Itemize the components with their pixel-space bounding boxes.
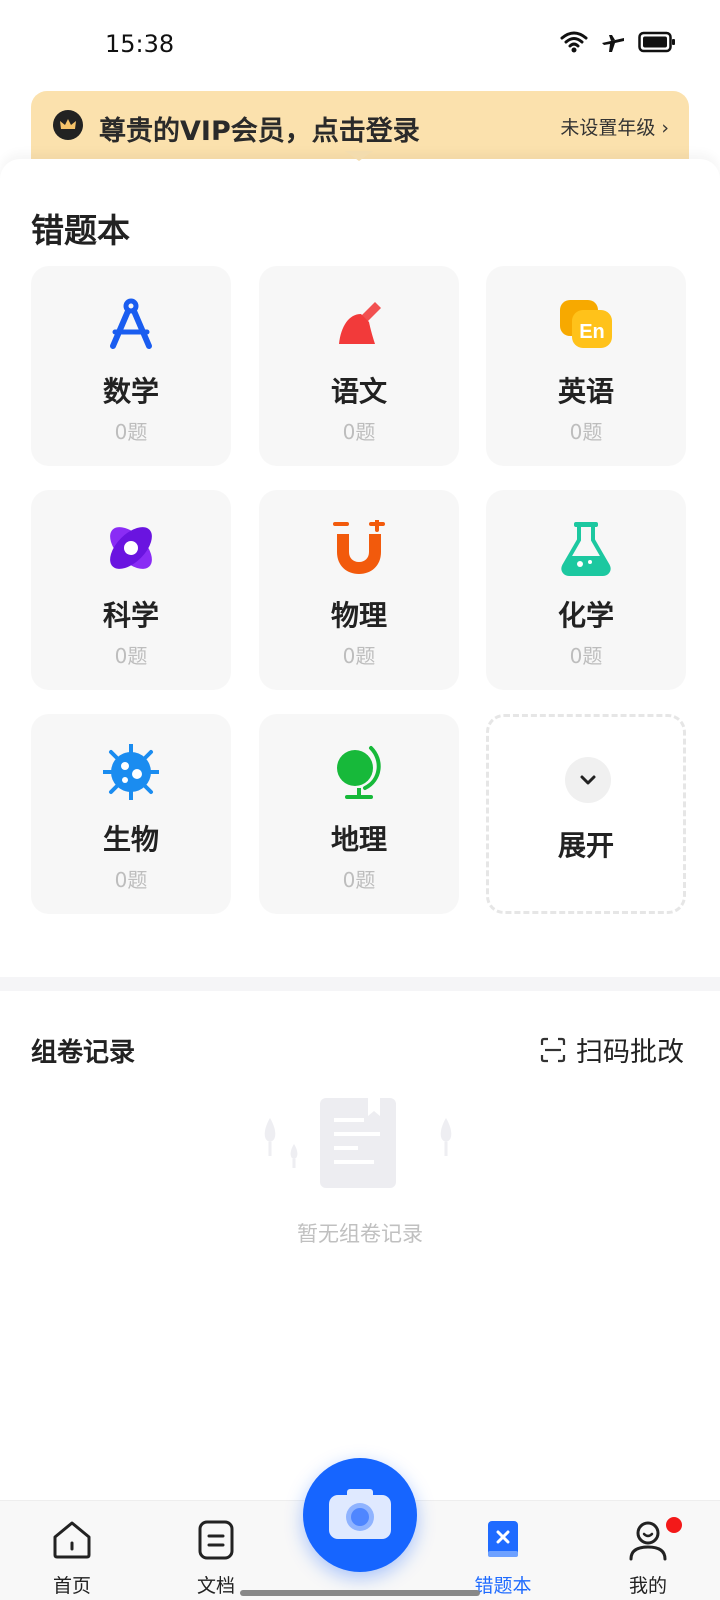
subject-name: 生物 — [102, 823, 159, 856]
tab-home[interactable]: 首页 — [22, 1501, 122, 1600]
subject-count: 0题 — [114, 868, 148, 892]
subject-name: 科学 — [102, 599, 159, 632]
grade-setting-link[interactable]: 未设置年级 › — [560, 113, 669, 140]
tab-documents[interactable]: 文档 — [166, 1501, 266, 1600]
section-divider — [0, 977, 720, 991]
camera-icon — [329, 1489, 391, 1539]
chevron-down-icon — [565, 757, 611, 803]
subject-name: 数学 — [102, 375, 159, 408]
subject-card-physics[interactable]: 物理 0题 — [259, 490, 459, 690]
scan-grade-button[interactable]: 扫码批改 — [540, 1030, 684, 1069]
empty-document-illustration — [264, 1098, 452, 1188]
records-title: 组卷记录 — [31, 1038, 136, 1068]
expand-label: 展开 — [557, 829, 614, 862]
subject-name: 物理 — [330, 599, 387, 632]
home-icon — [53, 1521, 91, 1559]
camera-capture-button[interactable] — [303, 1458, 417, 1572]
document-icon — [198, 1520, 234, 1560]
svg-text:En: En — [579, 321, 605, 343]
magnet-icon — [333, 520, 385, 574]
globe-icon — [337, 746, 381, 799]
brush-icon — [339, 302, 381, 344]
subject-card-biology[interactable]: 生物 0题 — [31, 714, 231, 914]
cell-icon — [103, 744, 159, 800]
wifi-icon — [560, 31, 588, 53]
vip-title: 尊贵的VIP会员，点击登录 — [99, 116, 420, 147]
compass-icon — [110, 298, 152, 349]
subject-count: 0题 — [342, 868, 376, 892]
scan-label: 扫码批改 — [576, 1037, 684, 1068]
profile-icon — [629, 1521, 667, 1561]
tab-mistake-book[interactable]: 错题本 — [453, 1501, 553, 1600]
expand-subjects-button[interactable]: 展开 — [486, 714, 686, 914]
subject-count: 0题 — [114, 644, 148, 668]
mistake-book-icon — [488, 1521, 518, 1557]
atom-icon — [110, 527, 152, 569]
home-indicator — [240, 1590, 480, 1596]
subject-card-english[interactable]: En 英语 0题 — [486, 266, 686, 466]
subject-count: 0题 — [342, 420, 376, 444]
subject-count: 0题 — [342, 644, 376, 668]
subject-count: 0题 — [569, 644, 603, 668]
notification-badge — [666, 1517, 682, 1533]
tab-profile[interactable]: 我的 — [598, 1501, 698, 1600]
battery-icon — [638, 31, 675, 53]
subject-name: 英语 — [557, 375, 614, 408]
status-icons — [560, 30, 676, 54]
crown-icon — [53, 110, 83, 140]
section-title: 错题本 — [31, 211, 130, 250]
subject-name: 语文 — [330, 375, 387, 408]
tab-label: 首页 — [52, 1575, 91, 1597]
empty-records-text: 暂无组卷记录 — [297, 1222, 423, 1246]
status-time: 15:38 — [105, 30, 175, 58]
subject-count: 0题 — [114, 420, 148, 444]
scan-icon — [540, 1037, 566, 1062]
subject-name: 化学 — [557, 599, 614, 632]
english-bubble-icon: En — [560, 300, 612, 348]
subject-card-science[interactable]: 科学 0题 — [31, 490, 231, 690]
mistake-book-card: 错题本 数学 0题 语文 0题 En 英语 0题 科学 0题 物理 0题 化学 … — [0, 151, 720, 977]
subject-card-chemistry[interactable]: 化学 0题 — [486, 490, 686, 690]
subject-count: 0题 — [569, 420, 603, 444]
banner-pointer — [345, 151, 373, 161]
subject-card-math[interactable]: 数学 0题 — [31, 266, 231, 466]
subject-card-chinese[interactable]: 语文 0题 — [259, 266, 459, 466]
airplane-icon — [602, 35, 624, 52]
flask-icon — [561, 522, 611, 576]
subject-card-geography[interactable]: 地理 0题 — [259, 714, 459, 914]
vip-login-banner[interactable]: 尊贵的VIP会员，点击登录 未设置年级 › — [31, 91, 689, 159]
tab-label: 我的 — [628, 1575, 667, 1597]
status-bar: 15:38 — [0, 0, 720, 90]
subject-name: 地理 — [330, 823, 387, 856]
